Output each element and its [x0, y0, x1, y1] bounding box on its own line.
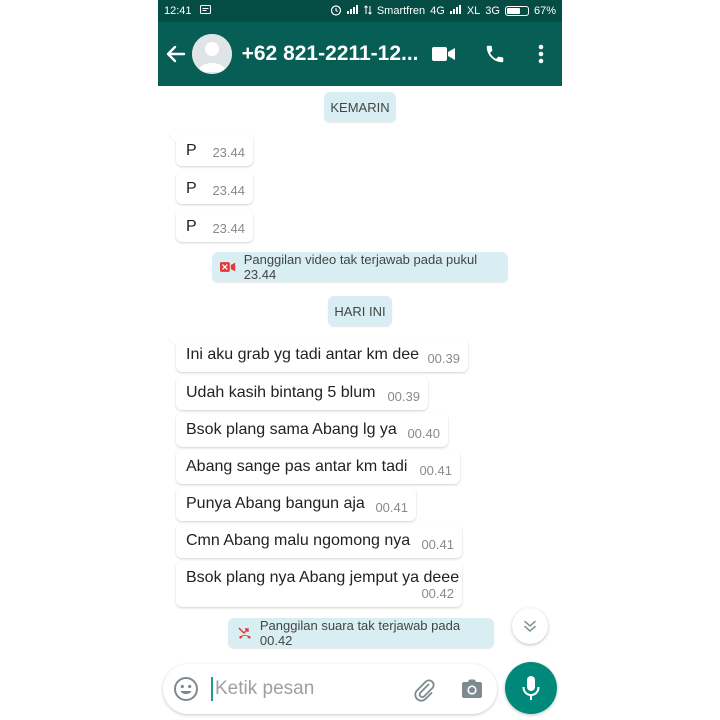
carrier1-network: 4G [430, 5, 445, 17]
missed-video-call-text: Panggilan video tak terjawab pada pukul … [243, 252, 478, 282]
message-text: P [186, 180, 197, 197]
more-options-button[interactable] [520, 34, 562, 74]
camera-icon [462, 679, 482, 698]
data-arrows-icon [363, 4, 372, 18]
paperclip-icon [414, 679, 435, 702]
message-text: Cmn Abang malu ngomong nya [186, 532, 411, 549]
message-text: P [186, 218, 197, 235]
message-text: Bsok plang nya Abang jemput ya deee [186, 569, 460, 586]
message-text: P [186, 142, 197, 159]
attach-button[interactable] [411, 676, 437, 702]
double-chevron-down-icon [524, 620, 536, 632]
video-camera-icon [431, 47, 455, 61]
message-time: 23.44 [212, 145, 245, 160]
message-time: 00.40 [407, 426, 440, 441]
signal-icon-2 [449, 5, 462, 17]
message-bubble[interactable]: Udah kasih bintang 5 blum 00.39 [176, 376, 428, 410]
microphone-icon [522, 676, 540, 700]
message-bubble[interactable]: P 23.44 [176, 210, 253, 242]
status-bar: 12:41 Smartfren 4G XL 3G 67% [158, 0, 562, 22]
contact-name[interactable]: +62 821-2211-12... [242, 42, 421, 66]
status-time: 12:41 [164, 5, 192, 17]
notification-icon [199, 4, 211, 18]
scroll-down-button[interactable] [512, 608, 548, 644]
default-avatar-icon [191, 34, 232, 74]
message-time: 00.41 [421, 537, 454, 552]
voice-message-button[interactable] [505, 662, 557, 714]
message-text: Ini aku grab yg tadi antar km dee [186, 346, 420, 363]
carrier2-label: XL [466, 5, 481, 17]
battery-icon [504, 6, 529, 16]
message-bubble[interactable]: Abang sange pas antar km tadi 00.41 [176, 450, 460, 484]
voice-call-button[interactable] [474, 34, 516, 74]
battery-percent: 67% [533, 5, 556, 17]
bubble-tail [168, 134, 178, 144]
message-time: 00.41 [419, 463, 452, 478]
message-time: 00.39 [387, 389, 420, 404]
camera-button[interactable] [459, 676, 485, 702]
date-divider-yesterday: KEMARIN [324, 92, 396, 122]
signal-icon [346, 5, 359, 17]
date-label: HARI INI [334, 303, 386, 319]
message-list[interactable]: KEMARIN P 23.44 P 23.44 P 23.44 Panggila… [158, 86, 562, 660]
carrier2-network: 3G [485, 5, 500, 17]
message-time: 00.42 [421, 586, 454, 601]
message-bubble[interactable]: Bsok plang nya Abang jemput ya deee 00.4… [176, 561, 462, 607]
message-composer [163, 664, 497, 714]
message-text: Abang sange pas antar km tadi [186, 458, 408, 475]
message-text: Udah kasih bintang 5 blum [186, 384, 376, 401]
message-text: Bsok plang sama Abang lg ya [186, 421, 397, 438]
whatsapp-chat-screen: 12:41 Smartfren 4G XL 3G 67% +62 821-221… [158, 0, 562, 720]
message-time: 00.41 [375, 500, 408, 515]
message-bubble[interactable]: P 23.44 [168, 134, 253, 166]
message-text: Punya Abang bangun aja [186, 495, 365, 512]
message-time: 00.39 [427, 351, 460, 366]
message-bubble[interactable]: Cmn Abang malu ngomong nya 00.41 [176, 524, 462, 558]
back-arrow-icon [166, 45, 186, 63]
video-call-button[interactable] [423, 34, 465, 74]
missed-voice-call-text: Panggilan suara tak terjawab pada 00.42 [259, 618, 461, 648]
bubble-tail [168, 338, 178, 348]
message-input[interactable] [215, 676, 395, 702]
message-bubble[interactable]: P 23.44 [176, 172, 253, 204]
message-bubble[interactable]: Ini aku grab yg tadi antar km dee 00.39 [168, 338, 468, 372]
message-time: 23.44 [212, 221, 245, 236]
back-button[interactable] [160, 34, 192, 74]
message-bubble[interactable]: Bsok plang sama Abang lg ya 00.40 [176, 413, 448, 447]
alarm-icon [330, 4, 342, 19]
smiley-icon [174, 677, 198, 701]
phone-icon [487, 45, 504, 63]
missed-video-call-icon [220, 262, 236, 272]
message-time: 23.44 [212, 183, 245, 198]
avatar[interactable] [191, 34, 232, 74]
date-label: KEMARIN [330, 99, 390, 115]
message-bubble[interactable]: Punya Abang bangun aja 00.41 [176, 487, 416, 521]
carrier1-label: Smartfren [376, 5, 426, 17]
chat-header: +62 821-2211-12... [158, 22, 562, 86]
date-divider-today: HARI INI [328, 296, 392, 326]
missed-call-icon [238, 627, 251, 639]
emoji-button[interactable] [173, 676, 199, 702]
text-cursor [211, 677, 213, 701]
missed-voice-call-notice[interactable]: Panggilan suara tak terjawab pada 00.42 [228, 618, 494, 648]
more-vertical-icon [538, 44, 544, 64]
missed-video-call-notice[interactable]: Panggilan video tak terjawab pada pukul … [212, 252, 508, 282]
